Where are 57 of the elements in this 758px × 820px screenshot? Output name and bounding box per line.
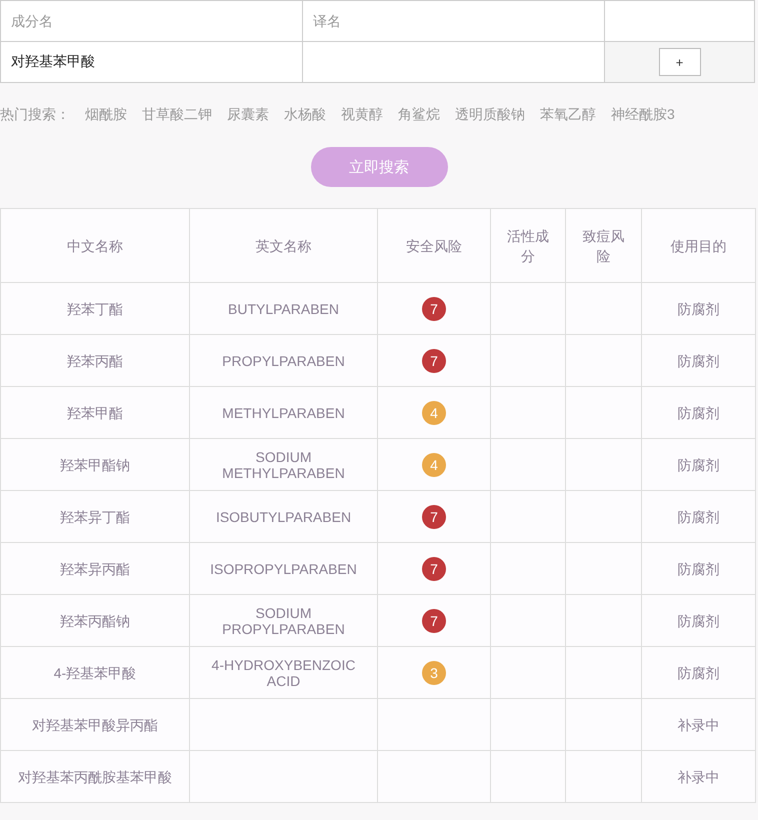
hot-search-link[interactable]: 视黄醇 [341, 106, 383, 124]
input-field[interactable]: 对羟基苯甲酸 [1, 42, 302, 82]
table-cell: 防腐剂 [642, 646, 756, 698]
hot-search-link[interactable]: 甘草酸二钾 [142, 106, 212, 124]
table-cell: 羟苯异丙酯 [0, 542, 190, 594]
table-cell: 羟苯丁酯 [0, 282, 190, 334]
column-header: 使用目的 [642, 208, 756, 282]
risk-badge: 4 [422, 452, 446, 476]
table-cell: 4-HYDROXYBENZOIC ACID [190, 646, 378, 698]
column-header: 安全风险 [378, 208, 490, 282]
column-header: 中文名称 [0, 208, 190, 282]
table-cell: 补录中 [642, 750, 756, 802]
table-cell: 防腐剂 [642, 334, 756, 386]
hot-search-link[interactable]: 神经酰胺3 [611, 106, 675, 124]
add-button[interactable]: + [658, 48, 700, 76]
table-cell: 防腐剂 [642, 542, 756, 594]
table-cell: 羟苯异丁酯 [0, 490, 190, 542]
hot-search-link[interactable]: 水杨酸 [284, 106, 326, 124]
risk-badge: 3 [422, 660, 446, 684]
table-cell: 羟苯甲酯钠 [0, 438, 190, 490]
table-cell: ISOBUTYLPARABEN [190, 490, 378, 542]
column-header: 致痘风险 [566, 208, 642, 282]
table-cell: SODIUM PROPYLPARABEN [190, 594, 378, 646]
hot-search-link[interactable]: 尿囊素 [227, 106, 269, 124]
input-field[interactable]: 成分名 [1, 1, 302, 41]
risk-badge: 7 [422, 296, 446, 320]
input-field[interactable]: 译名 [303, 1, 604, 41]
table-cell: 4-羟基苯甲酸 [0, 646, 190, 698]
table-cell: 防腐剂 [642, 490, 756, 542]
table-cell: 羟苯丙酯钠 [0, 594, 190, 646]
table-cell: 对羟基苯丙酰胺基苯甲酸 [0, 750, 190, 802]
table-cell: 对羟基苯甲酸异丙酯 [0, 698, 190, 750]
table-cell: 防腐剂 [642, 282, 756, 334]
risk-badge: 7 [422, 608, 446, 632]
table-cell: 防腐剂 [642, 386, 756, 438]
table-cell: ISOPROPYLPARABEN [190, 542, 378, 594]
table-cell: PROPYLPARABEN [190, 334, 378, 386]
risk-badge: 4 [422, 400, 446, 424]
table-cell: 防腐剂 [642, 594, 756, 646]
table-cell: 补录中 [642, 698, 756, 750]
hot-search-link[interactable]: 烟酰胺 [85, 106, 127, 124]
column-header: 活性成分 [490, 208, 566, 282]
table-cell: 防腐剂 [642, 438, 756, 490]
table-cell: SODIUM METHYLPARABEN [190, 438, 378, 490]
hot-search-link[interactable]: 透明质酸钠 [455, 106, 525, 124]
hot-search-link[interactable]: 苯氧乙醇 [540, 106, 596, 124]
table-cell: BUTYLPARABEN [190, 282, 378, 334]
hot-search-label: 热门搜索： [0, 106, 70, 124]
table-cell: 羟苯甲酯 [0, 386, 190, 438]
risk-badge: 7 [422, 348, 446, 372]
table-cell: 羟苯丙酯 [0, 334, 190, 386]
search-button[interactable]: 立即搜索 [310, 147, 448, 187]
hot-search-link[interactable]: 角鲨烷 [398, 106, 440, 124]
column-header: 英文名称 [190, 208, 378, 282]
table-cell: METHYLPARABEN [190, 386, 378, 438]
risk-badge: 7 [422, 504, 446, 528]
risk-badge: 7 [422, 556, 446, 580]
